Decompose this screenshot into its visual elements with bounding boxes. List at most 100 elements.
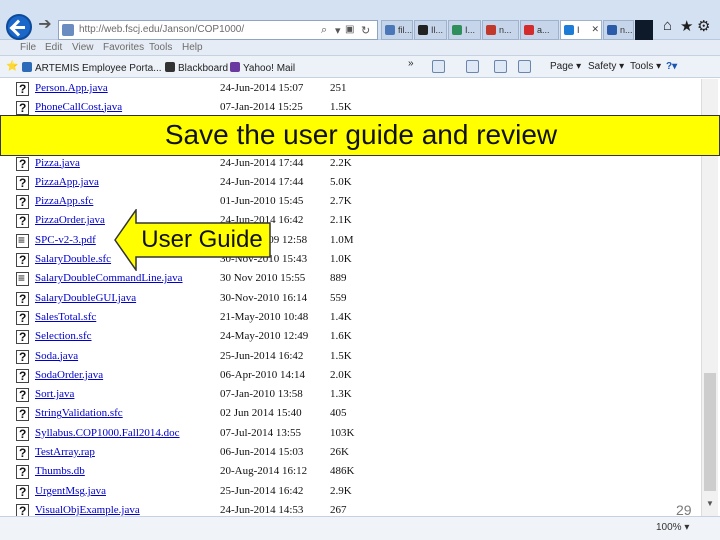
file-row: Sort.java 07-Jan-2010 13:58 1.3K [8,385,701,404]
file-name-link[interactable]: UrgentMsg.java [35,485,106,497]
file-name-link[interactable]: PizzaOrder.java [35,214,105,226]
refresh-icon[interactable]: ↻ [361,24,370,37]
address-url[interactable]: http://web.fscj.edu/Janson/COP1000/ [79,24,244,35]
file-modified-date: 02 Jun 2014 15:40 [220,407,302,420]
address-bar[interactable]: http://web.fscj.edu/Janson/COP1000/ ⌕ ▾ … [58,20,378,40]
home-page-icon[interactable] [494,60,507,73]
browser-tab[interactable]: I... [448,20,481,40]
status-bar: 100% ▾ [0,516,720,540]
menu-item-help[interactable]: Help [182,42,203,53]
tab-favicon-icon [385,25,395,35]
scroll-down-arrow-icon[interactable]: ▼ [706,499,714,508]
unknown-file-icon [16,310,29,325]
file-name-link[interactable]: Person.App.java [35,82,108,94]
file-name-link[interactable]: SalaryDouble.sfc [35,253,111,265]
file-size: 1.5K [330,100,352,113]
file-size: 2.0K [330,368,352,381]
tab-close-icon[interactable]: ✕ [591,24,599,35]
favorites-star-icon[interactable]: ★ [680,17,693,35]
file-size: 2.2K [330,156,352,169]
browser-tab[interactable]: fil... [381,20,413,40]
file-name-link[interactable]: SPC-v2-3.pdf [35,234,96,246]
tab-label: fil... [398,25,413,35]
file-modified-date: 21-May-2010 10:48 [220,310,309,323]
safety-menu[interactable]: Safety ▾ [588,61,624,72]
file-row: PhoneCallCost.java 07-Jan-2014 15:25 1.5K [8,98,701,117]
menu-item-edit[interactable]: Edit [45,42,62,53]
help-icon[interactable]: ?▾ [666,61,677,72]
back-button[interactable] [6,14,32,40]
feeds-icon[interactable] [432,60,445,73]
add-favorite-icon[interactable]: ⭐ [6,61,18,72]
print-icon[interactable] [518,60,531,73]
scrollbar-thumb[interactable] [704,373,716,491]
menu-item-favorites[interactable]: Favorites [103,42,144,53]
browser-tab[interactable]: n... [482,20,519,40]
new-tab-button[interactable] [635,20,653,40]
search-icon[interactable]: ⌕ [321,24,327,37]
file-size: 2.9K [330,484,352,497]
file-name-link[interactable]: Syllabus.COP1000.Fall2014.doc [35,427,180,439]
read-mail-icon[interactable] [466,60,479,73]
menu-item-file[interactable]: File [20,42,36,53]
tab-favicon-icon [564,25,574,35]
tab-favicon-icon [418,25,428,35]
certificate-icon[interactable]: ▣ [345,24,354,35]
tab-label: a... [537,25,550,35]
file-modified-date: 06-Jun-2014 15:03 [220,446,304,458]
file-name-link[interactable]: Soda.java [35,350,78,362]
browser-tab[interactable]: Il... [414,20,447,40]
overflow-chevron-icon[interactable]: » [408,58,414,69]
favorite-link-artemis[interactable]: ARTEMIS Employee Porta... [22,62,162,74]
forward-arrow-icon[interactable]: ➔ [36,16,54,34]
user-guide-callout: User Guide [114,207,272,273]
file-name-link[interactable]: PizzaApp.sfc [35,195,93,207]
file-name-link[interactable]: SodaOrder.java [35,369,103,381]
file-row: PizzaApp.java 24-Jun-2014 17:44 5.0K [8,173,701,192]
file-name-link[interactable]: VisualObjExample.java [35,504,140,516]
file-size: 1.5K [330,349,352,362]
file-size: 559 [330,291,347,304]
file-name-link[interactable]: PizzaApp.java [35,176,99,188]
file-size: 2.7K [330,195,352,208]
tools-menu[interactable]: Tools ▾ [630,61,661,72]
file-row: SalesTotal.sfc 21-May-2010 10:48 1.4K [8,308,701,327]
page-menu[interactable]: Page ▾ [550,61,581,72]
file-name-link[interactable]: SalaryDoubleCommandLine.java [35,272,183,284]
menu-item-view[interactable]: View [72,42,94,53]
browser-tab[interactable]: n... [603,20,634,40]
settings-gear-icon[interactable]: ⚙ [697,17,710,35]
file-row: SalaryDoubleGUI.java 30-Nov-2010 16:14 559 [8,289,701,308]
home-icon[interactable]: ⌂ [663,17,672,34]
tab-label: Il... [431,25,444,35]
file-name-link[interactable]: Pizza.java [35,157,80,169]
favorite-link-blackboard[interactable]: Blackboard [165,62,228,74]
banner-text: Save the user guide and review [164,119,558,150]
file-name-link[interactable]: PhoneCallCost.java [35,101,122,113]
zoom-level[interactable]: 100% ▾ [656,522,689,533]
tab-favicon-icon [452,25,462,35]
unknown-file-icon [16,82,29,96]
unknown-file-icon [16,156,29,171]
file-modified-date: 25-Jun-2014 16:42 [220,349,304,362]
file-name-link[interactable]: Thumbs.db [35,465,85,477]
file-row: SodaOrder.java 06-Apr-2010 14:14 2.0K [8,366,701,385]
file-name-link[interactable]: Selection.sfc [35,330,92,342]
favorite-link-yahoo-mail[interactable]: Yahoo! Mail [230,62,295,74]
file-row: Pizza.java 24-Jun-2014 17:44 2.2K [8,154,701,173]
file-modified-date: 24-May-2010 12:49 [220,330,309,343]
menu-item-tools[interactable]: Tools [149,42,172,53]
callout-text: User Guide [141,226,263,253]
file-size: 405 [330,407,347,420]
file-modified-date: 30-Nov-2010 16:14 [220,291,308,304]
browser-tab[interactable]: I ✕ [560,20,602,40]
file-name-link[interactable]: TestArray.rap [35,446,95,458]
file-name-link[interactable]: Sort.java [35,388,74,400]
browser-tab[interactable]: a... [520,20,559,40]
file-name-link[interactable]: SalaryDoubleGUI.java [35,292,136,304]
file-row: SalaryDouble.sfc30-Nov-2010 15:431.0K [8,250,701,269]
file-size: 889 [330,272,347,285]
file-name-link[interactable]: SalesTotal.sfc [35,311,96,323]
file-name-link[interactable]: StringValidation.sfc [35,407,123,419]
dropdown-arrow-icon[interactable]: ▾ [335,24,341,37]
